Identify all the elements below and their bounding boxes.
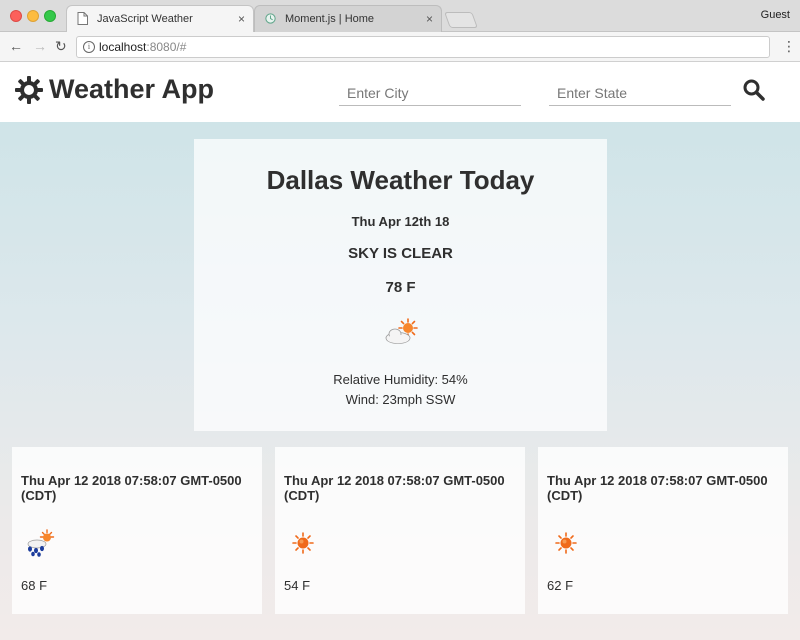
tab-title: JavaScript Weather bbox=[97, 13, 193, 25]
browser-toolbar: ← → ↻ i localhost:8080/# ⋮ bbox=[0, 32, 800, 62]
forecast-date: Thu Apr 12 2018 07:58:07 GMT-0500 (CDT) bbox=[547, 473, 768, 503]
profile-label[interactable]: Guest bbox=[761, 9, 790, 21]
minimize-window-button[interactable] bbox=[27, 10, 39, 22]
forecast-card: Thu Apr 12 2018 07:58:07 GMT-0500 (CDT) … bbox=[12, 447, 262, 614]
reload-button[interactable]: ↻ bbox=[55, 38, 67, 54]
close-window-button[interactable] bbox=[10, 10, 22, 22]
app-header: Weather App bbox=[0, 62, 800, 122]
sun-gear-icon bbox=[15, 76, 43, 104]
clock-icon bbox=[265, 13, 276, 24]
forward-button[interactable]: → bbox=[33, 38, 47, 54]
page-icon bbox=[77, 12, 88, 25]
tab-javascript-weather[interactable]: JavaScript Weather × bbox=[66, 5, 254, 32]
new-tab-button[interactable] bbox=[444, 12, 478, 28]
humidity-text: Relative Humidity: 54% bbox=[333, 372, 468, 387]
today-weather-card: Dallas Weather Today Thu Apr 12th 18 SKY… bbox=[194, 139, 607, 431]
info-icon[interactable]: i bbox=[83, 41, 95, 53]
browser-menu-button[interactable]: ⋮ bbox=[782, 38, 796, 54]
weather-description: SKY IS CLEAR bbox=[348, 245, 453, 262]
today-title: Dallas Weather Today bbox=[266, 165, 535, 195]
wind-text: Wind: 23mph SSW bbox=[345, 392, 456, 407]
app-title: Weather App bbox=[49, 74, 215, 104]
sun-icon bbox=[292, 532, 314, 554]
address-bar[interactable]: i localhost:8080/# bbox=[76, 36, 770, 58]
city-input[interactable] bbox=[339, 80, 521, 106]
search-icon bbox=[743, 79, 765, 101]
browser-titlebar: JavaScript Weather × Moment.js | Home × … bbox=[0, 0, 800, 32]
tab-close-icon[interactable]: × bbox=[426, 6, 433, 32]
today-temperature: 78 F bbox=[385, 279, 416, 296]
cloud-sun-icon bbox=[385, 318, 418, 344]
url-port-path: :8080/# bbox=[146, 40, 187, 54]
sun-icon bbox=[555, 532, 577, 554]
search-button[interactable] bbox=[742, 78, 766, 102]
forecast-card: Thu Apr 12 2018 07:58:07 GMT-0500 (CDT) … bbox=[275, 447, 525, 614]
forecast-date: Thu Apr 12 2018 07:58:07 GMT-0500 (CDT) bbox=[21, 473, 242, 503]
main-content: Dallas Weather Today Thu Apr 12th 18 SKY… bbox=[0, 122, 800, 640]
forecast-date: Thu Apr 12 2018 07:58:07 GMT-0500 (CDT) bbox=[284, 473, 505, 503]
tab-title: Moment.js | Home bbox=[285, 13, 375, 25]
today-date: Thu Apr 12th 18 bbox=[351, 214, 450, 229]
forecast-card: Thu Apr 12 2018 07:58:07 GMT-0500 (CDT) … bbox=[538, 447, 788, 614]
forecast-temperature: 62 F bbox=[547, 578, 574, 593]
forecast-temperature: 54 F bbox=[284, 578, 311, 593]
forecast-temperature: 68 F bbox=[21, 578, 48, 593]
back-button[interactable]: ← bbox=[9, 38, 23, 54]
url-host: localhost bbox=[99, 40, 147, 54]
state-input[interactable] bbox=[549, 80, 731, 106]
tab-close-icon[interactable]: × bbox=[238, 6, 245, 32]
maximize-window-button[interactable] bbox=[44, 10, 56, 22]
tab-moment-js[interactable]: Moment.js | Home × bbox=[254, 5, 442, 32]
rain-sun-icon bbox=[27, 529, 55, 557]
